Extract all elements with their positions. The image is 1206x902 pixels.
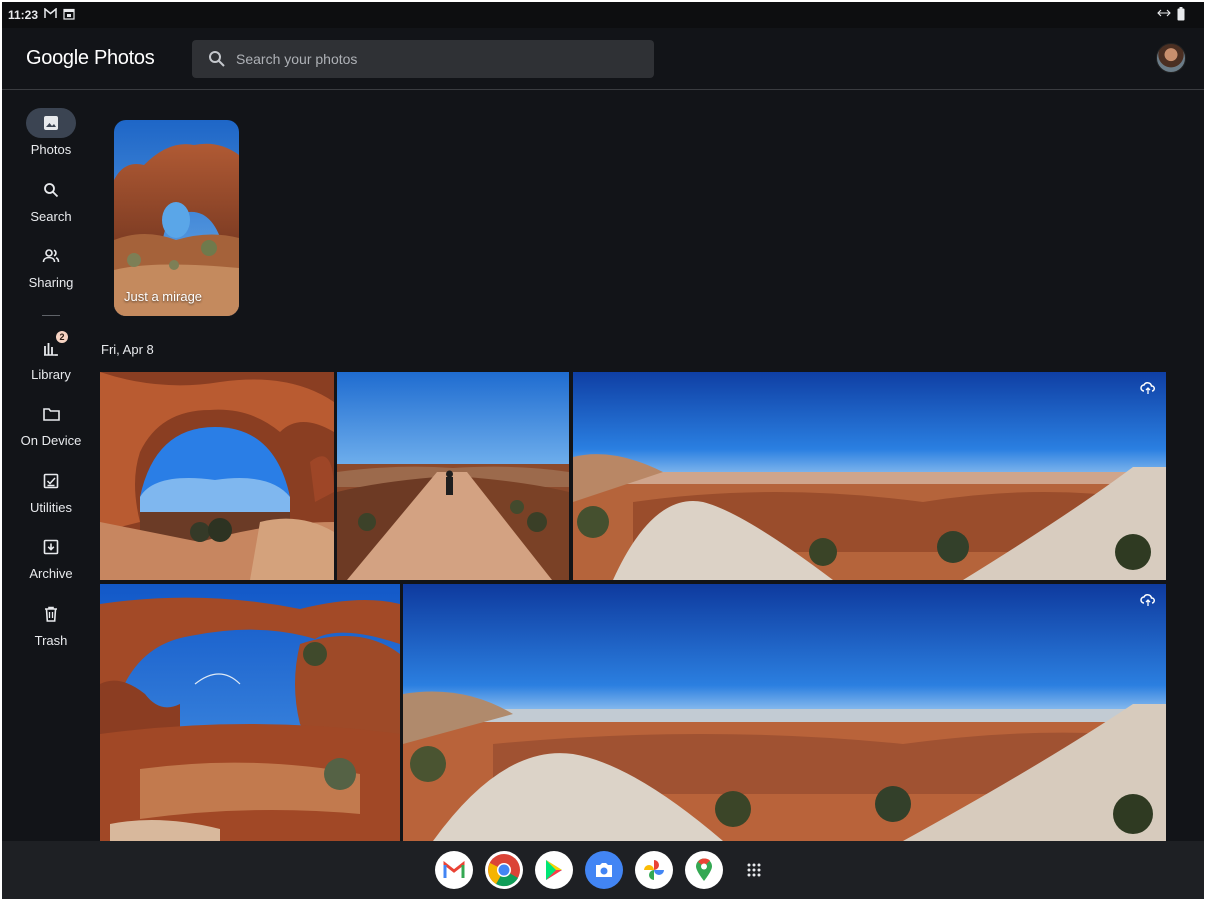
photo-panorama-1-image [573, 372, 1166, 580]
photo-hiker-trail-image [337, 372, 569, 580]
photo-panorama-1[interactable] [573, 372, 1166, 580]
photo-arch-2-image [100, 584, 400, 841]
status-time: 11:23 [8, 8, 39, 22]
search-icon [208, 50, 226, 68]
library-badge: 2 [56, 331, 68, 343]
calendar-notification-icon [63, 8, 75, 23]
photo-hiker-trail[interactable] [337, 372, 569, 580]
shelf [2, 841, 1204, 899]
play-store-app-icon[interactable] [535, 851, 573, 889]
sidebar-item-label: Photos [30, 142, 72, 157]
sidebar-item-sharing[interactable]: Sharing [2, 241, 100, 297]
memory-card[interactable]: Just a mirage [114, 120, 239, 316]
sidebar-item-archive[interactable]: Archive [2, 532, 100, 588]
chrome-app-icon[interactable] [485, 851, 523, 889]
photo-arch-2[interactable] [100, 584, 400, 841]
search-box[interactable] [192, 40, 654, 78]
photo-icon [26, 108, 76, 138]
memory-card-image [114, 120, 239, 316]
sidebar-item-label: Library [31, 367, 71, 382]
memory-title: Just a mirage [124, 289, 203, 304]
photos-app-icon[interactable] [635, 851, 673, 889]
screen: 11:23 Google Photos Photos [2, 2, 1204, 899]
people-icon [26, 241, 76, 271]
checklist-icon [26, 466, 76, 496]
sidebar-item-utilities[interactable]: Utilities [2, 466, 100, 522]
app-title: Google Photos [26, 47, 155, 69]
sidebar-item-label: Sharing [28, 275, 74, 290]
sidebar-item-label: Search [30, 209, 72, 224]
photo-panorama-2-image [403, 584, 1166, 841]
avatar[interactable] [1156, 43, 1186, 73]
gmail-app-icon[interactable] [435, 851, 473, 889]
sidebar-item-on-device[interactable]: On Device [2, 399, 100, 455]
sidebar-item-label: Utilities [30, 500, 72, 515]
photo-arch-1[interactable] [100, 372, 334, 580]
search-input[interactable] [236, 40, 636, 78]
sidebar-item-library[interactable]: 2 Library [2, 331, 100, 389]
status-bar: 11:23 [2, 2, 1204, 28]
sidebar-item-photos[interactable]: Photos [2, 108, 100, 164]
battery-icon [1177, 7, 1185, 24]
sidebar-item-label: Archive [29, 566, 73, 581]
sidebar-divider [42, 315, 60, 316]
sidebar: Photos Search Sharing 2 Library On Devic… [2, 91, 100, 841]
cloud-sync-icon [1140, 592, 1156, 608]
archive-icon [26, 532, 76, 562]
launcher-icon[interactable] [735, 851, 773, 889]
sidebar-item-label: Trash [34, 633, 68, 648]
camera-app-icon[interactable] [585, 851, 623, 889]
sidebar-item-label: On Device [20, 433, 82, 448]
app-bar: Google Photos [2, 28, 1204, 90]
photo-arch-1-image [100, 372, 334, 580]
sidebar-item-trash[interactable]: Trash [2, 599, 100, 655]
folder-icon [26, 399, 76, 429]
maps-app-icon[interactable] [685, 851, 723, 889]
sidebar-item-search[interactable]: Search [2, 175, 100, 231]
gmail-notification-icon [44, 7, 57, 22]
trash-icon [26, 599, 76, 629]
swap-icon [1157, 8, 1171, 21]
photo-panorama-2[interactable] [403, 584, 1166, 841]
library-icon [26, 333, 76, 363]
search-icon [26, 175, 76, 205]
date-header: Fri, Apr 8 [101, 342, 154, 357]
cloud-sync-icon [1140, 380, 1156, 396]
